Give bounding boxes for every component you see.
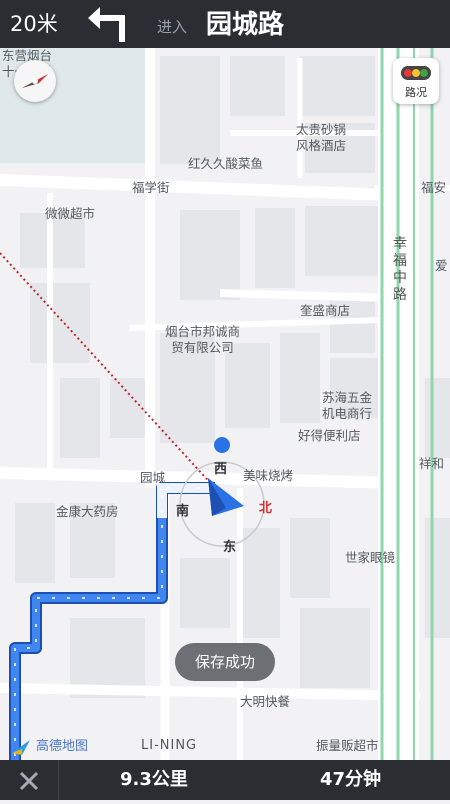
poi-ai[interactable]: 爱 (435, 258, 448, 274)
turn-left-icon (88, 7, 125, 42)
amap-logo-icon (12, 740, 30, 755)
enter-label: 进入 (157, 18, 188, 36)
poi-jinkang-pharmacy[interactable]: 金康大药房 (56, 504, 119, 520)
street-label-xingfu: 幸福中路 (393, 236, 407, 303)
traffic-label: 路况 (405, 86, 427, 99)
remaining-distance: 9.3公里 (120, 769, 188, 790)
street-label-fuxue: 福学街 (132, 180, 170, 195)
close-icon (19, 771, 39, 791)
map-view[interactable]: 东营烟台 十一中学 太贵砂锅 风格酒店 红久久酸菜鱼 福学街 微微超市 福安 幸… (0, 48, 450, 760)
compass-north-label: 北 (259, 501, 273, 516)
poi-xianghe[interactable]: 祥和 (419, 456, 444, 472)
compass-south-label: 南 (176, 504, 190, 519)
poi-lining-store[interactable]: LI-NING (141, 738, 197, 753)
poi-bangcheng-company[interactable]: 烟台市邦诚商 贸有限公司 (165, 324, 240, 356)
poi-suhai-hardware[interactable]: 苏海五金 机电商行 (322, 390, 372, 422)
compass-icon (22, 74, 48, 88)
traffic-toggle-button[interactable]: 路况 (393, 58, 439, 104)
poi-fuan[interactable]: 福安 (421, 180, 446, 196)
save-success-toast: 保存成功 (175, 643, 275, 681)
next-road-name: 园城路 (206, 10, 285, 40)
poi-kuisheng-store[interactable]: 奎盛商店 (300, 303, 350, 319)
compass-east-label: 东 (223, 540, 237, 555)
poi-shijia-optical[interactable]: 世家眼镜 (345, 550, 395, 566)
street-label-yuancheng: 园城 (140, 470, 166, 485)
remaining-time: 47分钟 (320, 769, 382, 790)
navigation-banner: 20米 进入 园城路 (0, 0, 450, 48)
compass-button[interactable] (14, 60, 56, 102)
poi-hongjiu-restaurant[interactable]: 红久久酸菜鱼 (188, 156, 263, 172)
exit-navigation-button[interactable] (0, 760, 59, 800)
trip-summary-bar: 9.3公里 47分钟 (0, 760, 450, 800)
poi-taigui-hotel[interactable]: 太贵砂锅 风格酒店 (296, 122, 346, 154)
poi-haode-store[interactable]: 好得便利店 (298, 428, 361, 444)
poi-daming-fastfood[interactable]: 大明快餐 (240, 694, 290, 710)
poi-meiwei-bbq[interactable]: 美味烧烤 (243, 468, 293, 484)
compass-west-label: 西 (214, 462, 228, 477)
poi-zhenguan-market[interactable]: 振量贩超市 (316, 738, 379, 754)
distance-to-turn: 20米 (10, 12, 58, 36)
poi-weiwei-market[interactable]: 微微超市 (45, 206, 95, 222)
